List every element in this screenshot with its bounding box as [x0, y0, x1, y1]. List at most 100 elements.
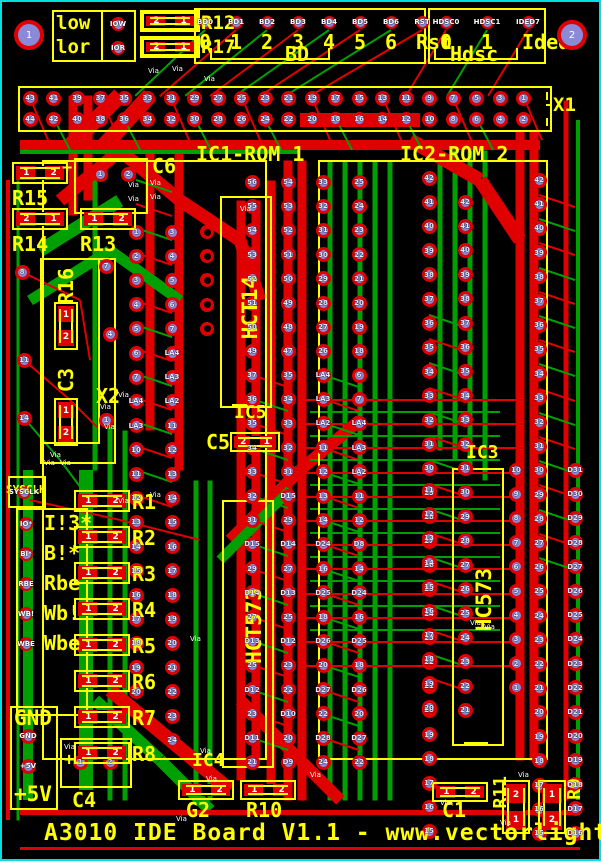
through-hole-pad: [567, 510, 583, 526]
through-hole-pad: [315, 536, 331, 552]
via-label: Via: [470, 619, 481, 627]
through-hole-pad: [280, 464, 296, 480]
through-hole-pad: [351, 391, 367, 407]
silk-bar-bottom: [20, 223, 60, 225]
pcb-canvas: IOW IOR BD0 BD1 BD2 BD3 BD4 BD5 BD6 RST HDSC0 HDSC1…: [0, 0, 601, 861]
x2-outline: [40, 258, 116, 464]
silk-bar-bottom: [20, 177, 60, 179]
through-hole-pad: [187, 90, 202, 106]
through-hole-pad: [187, 111, 202, 127]
through-hole-pad: [421, 388, 437, 404]
resistor-r7[interactable]: 12: [74, 706, 130, 728]
through-hole-pad: [315, 247, 331, 263]
through-hole-pad: [304, 90, 320, 106]
through-hole-pad: [531, 680, 547, 696]
resistor-r12[interactable]: 21: [142, 12, 198, 30]
through-hole-pad: [531, 608, 547, 624]
through-hole-pad: [69, 111, 85, 127]
through-hole-pad: [128, 369, 144, 385]
through-hole-pad: [163, 90, 179, 106]
through-hole-pad: [457, 702, 473, 718]
through-hole-pad: [291, 15, 305, 29]
through-hole-pad: [351, 343, 367, 359]
through-hole-pad: [531, 487, 547, 503]
resistor-r10[interactable]: 12: [240, 780, 296, 800]
through-hole-pad: [351, 512, 367, 528]
copper-bus-horizontal: [20, 809, 580, 815]
through-hole-pad: [164, 393, 180, 409]
through-hole-pad: [384, 15, 398, 29]
through-hole-pad: [531, 462, 547, 478]
through-hole-pad: [421, 506, 437, 522]
through-hole-pad: [457, 218, 473, 234]
capacitor-c5[interactable]: 21: [230, 432, 280, 452]
through-hole-pad: [20, 758, 36, 774]
through-hole-pad: [280, 657, 296, 673]
through-hole-pad: [567, 607, 583, 623]
through-hole-pad: [280, 609, 296, 625]
through-hole-pad: [415, 15, 429, 29]
through-hole-pad: [351, 536, 367, 552]
component-g2[interactable]: 12: [178, 780, 234, 800]
resistor-r3[interactable]: 12: [74, 562, 130, 584]
through-hole-pad: [421, 627, 437, 643]
via-label: Via: [150, 491, 161, 499]
mounting-hole-1[interactable]: 1: [14, 20, 44, 50]
through-hole-pad: [421, 339, 437, 355]
capacitor-c3[interactable]: 12: [54, 398, 78, 446]
through-hole-pad: [164, 563, 180, 579]
through-hole-pad: [164, 418, 180, 434]
silk-bar-bottom: [82, 541, 122, 543]
through-hole-pad: [567, 704, 583, 720]
through-hole-pad: [111, 17, 125, 31]
through-hole-pad: [567, 583, 583, 599]
resistor-r8[interactable]: 12: [74, 742, 130, 764]
through-hole-pad: [531, 583, 547, 599]
through-hole-pad: [421, 482, 437, 498]
resistor-r15[interactable]: 12: [12, 162, 68, 184]
through-hole-pad: [508, 510, 524, 526]
resistor-r4[interactable]: 12: [74, 598, 130, 620]
through-hole-pad: [567, 825, 583, 841]
through-hole-pad: [351, 111, 367, 127]
through-hole-pad: [531, 656, 547, 672]
resistor-r17[interactable]: 21: [142, 38, 198, 56]
through-hole-pad: [315, 440, 331, 456]
through-hole-pad: [531, 390, 547, 406]
through-hole-pad: [140, 111, 155, 127]
through-hole-pad: [128, 418, 144, 434]
silk-bar-top: [150, 43, 190, 45]
resistor-r13[interactable]: 12: [80, 208, 136, 230]
resistor-r16[interactable]: 12: [54, 302, 78, 350]
through-hole-pad: [567, 728, 583, 744]
through-hole-pad: [128, 321, 144, 337]
resistor-r6[interactable]: 12: [74, 670, 130, 692]
resistor-r2[interactable]: 12: [74, 526, 130, 548]
through-hole-pad: [200, 225, 214, 239]
resistor-r5[interactable]: 12: [74, 634, 130, 656]
silkscreen-line: [546, 104, 552, 106]
through-hole-pad: [140, 90, 155, 106]
through-hole-pad: [164, 224, 180, 240]
mounting-hole-2[interactable]: 2: [557, 20, 587, 50]
through-hole-pad: [244, 319, 260, 335]
through-hole-pad: [531, 317, 547, 333]
resistor-r14[interactable]: 21: [12, 208, 68, 230]
through-hole-pad: [457, 581, 473, 597]
through-hole-pad: [92, 166, 108, 182]
silkscreen-line: [516, 48, 518, 60]
through-hole-pad: [315, 391, 331, 407]
through-hole-pad: [244, 512, 260, 528]
through-hole-pad: [567, 680, 583, 696]
through-hole-pad: [398, 111, 414, 127]
through-hole-pad: [567, 462, 583, 478]
through-hole-pad: [98, 258, 114, 274]
through-hole-pad: [164, 611, 180, 627]
through-hole-pad: [244, 271, 260, 287]
through-hole-pad: [315, 730, 331, 746]
through-hole-pad: [531, 729, 547, 745]
through-hole-pad: [19, 607, 33, 621]
through-hole-pad: [22, 111, 38, 127]
resistor-r9[interactable]: 12: [538, 780, 566, 834]
copper-bus-vertical: [297, 160, 307, 800]
